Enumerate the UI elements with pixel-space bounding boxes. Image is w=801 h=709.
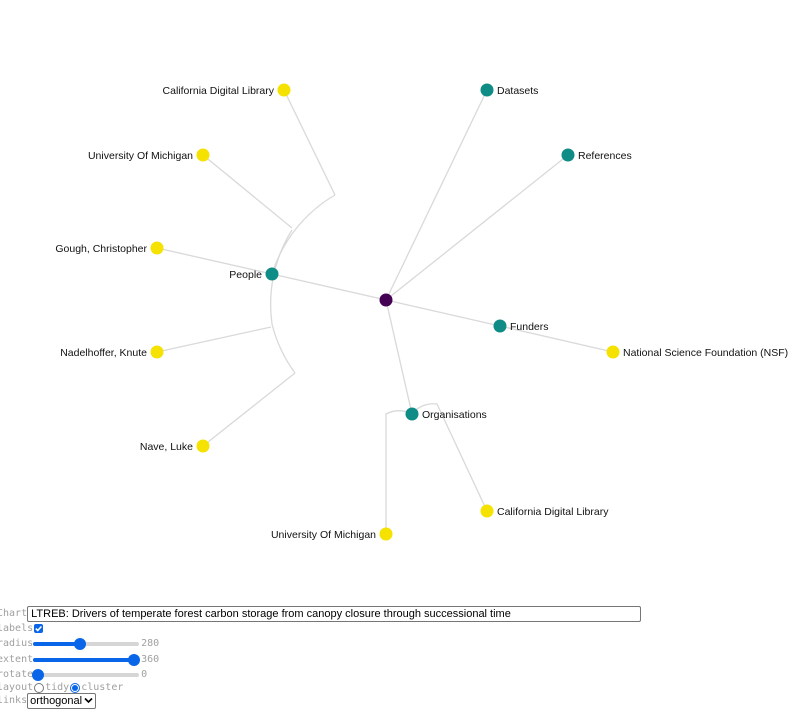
layout-label: layout xyxy=(0,682,34,693)
link-root-to-people xyxy=(271,273,387,301)
controls-panel: Chart labels radius 280 extent 360 rotat… xyxy=(0,604,801,709)
link-people-leaf-1 xyxy=(156,326,272,353)
leaf-node[interactable] xyxy=(277,83,291,97)
leaf-label: California Digital Library xyxy=(497,506,609,518)
rotate-slider[interactable] xyxy=(32,668,140,681)
leaf-label: University Of Michigan xyxy=(88,150,193,162)
radius-label: radius xyxy=(0,638,34,649)
chart-title-input[interactable] xyxy=(27,605,642,622)
link-root-to-funders xyxy=(385,299,501,327)
link-people-arc-lower xyxy=(269,229,296,374)
leaf-label: National Science Foundation (NSF) xyxy=(623,347,788,359)
leaf-node[interactable] xyxy=(606,345,620,359)
links-label: links xyxy=(0,695,28,706)
radius-slider[interactable] xyxy=(33,637,140,650)
labels-checkbox[interactable] xyxy=(34,624,44,633)
radial-tree-diagram: Datasets References Funders National Scienc… xyxy=(55,83,788,541)
leaf-label: University Of Michigan xyxy=(271,529,376,541)
labels-label: labels xyxy=(0,623,34,634)
leaf-node[interactable] xyxy=(150,345,164,359)
leaf-label: Nave, Luke xyxy=(140,441,193,453)
checkmark-icon xyxy=(35,625,43,632)
links-select[interactable]: orthogonal xyxy=(27,692,97,709)
link-people-leaf-4 xyxy=(283,89,336,196)
rotate-label: rotate xyxy=(0,669,34,680)
radius-slider-thumb[interactable] xyxy=(73,637,86,650)
extent-slider[interactable] xyxy=(33,653,140,666)
layout-option-tidy-label: tidy xyxy=(45,682,70,693)
extent-value: 360 xyxy=(141,654,160,665)
group-label-organisations: Organisations xyxy=(422,409,487,421)
extent-label: extent xyxy=(0,654,34,665)
leaf-node[interactable] xyxy=(150,241,164,255)
layout-radio-cluster[interactable] xyxy=(70,682,81,693)
rotate-value: 0 xyxy=(141,669,148,680)
link-people-leaf-3 xyxy=(202,154,293,229)
group-label-references: References xyxy=(578,150,632,162)
extent-slider-thumb[interactable] xyxy=(127,653,140,666)
layout-option-cluster-label: cluster xyxy=(81,682,124,693)
group-label-datasets: Datasets xyxy=(497,85,538,97)
radius-row: radius 280 xyxy=(0,636,159,651)
group-label-funders: Funders xyxy=(510,321,549,333)
group-node-datasets[interactable] xyxy=(480,83,494,97)
chart-label: Chart xyxy=(0,608,28,619)
link-root-to-datasets xyxy=(385,89,488,301)
layout-radio-tidy[interactable] xyxy=(34,682,45,693)
extent-row: extent 360 xyxy=(0,652,159,667)
tree-links xyxy=(156,89,614,534)
group-node-funders[interactable] xyxy=(493,319,507,333)
link-root-to-references xyxy=(385,154,569,301)
link-root-to-organisations xyxy=(385,299,413,415)
group-node-people[interactable] xyxy=(265,267,279,281)
tree-nodes: Datasets References Funders National Scienc… xyxy=(55,83,788,541)
leaf-node[interactable] xyxy=(480,504,494,518)
chart-row: Chart xyxy=(0,605,642,622)
leaf-node[interactable] xyxy=(379,527,393,541)
rotate-slider-thumb[interactable] xyxy=(32,668,45,681)
extent-slider-fill xyxy=(33,657,134,662)
links-row: links orthogonal xyxy=(0,692,97,709)
leaf-label: Gough, Christopher xyxy=(55,243,147,255)
chevron-down-icon xyxy=(84,697,93,704)
leaf-node[interactable] xyxy=(196,439,210,453)
link-organisations-leaf-1 xyxy=(385,410,413,534)
radius-slider-fill xyxy=(33,641,80,646)
labels-row: labels xyxy=(0,621,44,636)
group-label-people: People xyxy=(229,269,262,281)
root-node[interactable] xyxy=(379,293,393,307)
group-node-references[interactable] xyxy=(561,148,575,162)
leaf-label: California Digital Library xyxy=(163,85,275,97)
leaf-node[interactable] xyxy=(196,148,210,162)
leaf-label: Nadelhoffer, Knute xyxy=(60,347,147,359)
radius-value: 280 xyxy=(141,638,160,649)
link-people-leaf-0 xyxy=(202,372,296,447)
link-people-arc-upper xyxy=(271,194,336,275)
group-node-organisations[interactable] xyxy=(405,407,419,421)
